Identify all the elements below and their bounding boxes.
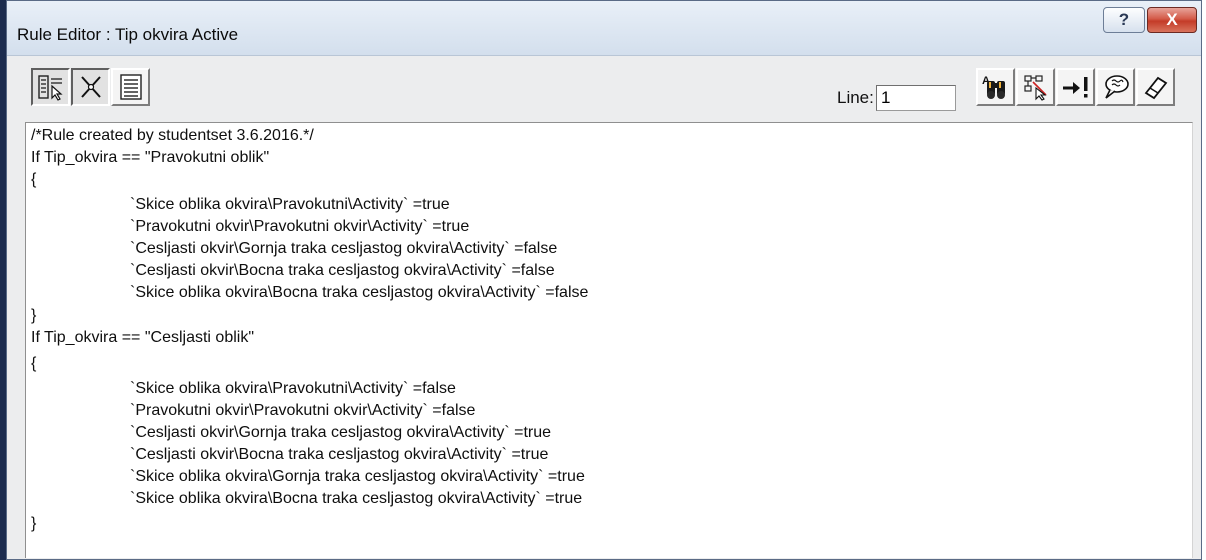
code-line: /*Rule created by studentset 3.6.2016.*/: [31, 127, 314, 144]
arrow-exclaim-icon: [1062, 77, 1087, 98]
code-line: `Skice oblika okvira\Gornja traka ceslja…: [130, 468, 585, 485]
right-tool-group: A: [976, 68, 1176, 108]
cross-icon: [80, 76, 101, 98]
code-line: `Skice oblika okvira\Pravokutni\Activity…: [130, 196, 450, 213]
code-line: `Cesljasti okvir\Gornja traka cesljastog…: [130, 424, 552, 441]
speech-bubble-icon: [1104, 75, 1129, 99]
cross-button[interactable]: [71, 68, 110, 106]
clear-button[interactable]: [1136, 68, 1175, 106]
tree-select-icon: [1023, 75, 1047, 101]
code-line: }: [31, 307, 37, 324]
text-view-button[interactable]: [111, 68, 150, 106]
rule-code-editor[interactable]: /*Rule created by studentset 3.6.2016.*/…: [25, 122, 1193, 558]
code-line: `Pravokutni okvir\Pravokutni okvir\Activ…: [130, 218, 470, 235]
apply-button[interactable]: [1056, 68, 1095, 106]
code-line: If Tip_okvira == "Pravokutni oblik": [31, 149, 270, 166]
rule-editor-window: Rule Editor : Tip okvira Active ? X Line…: [6, 0, 1202, 560]
code-line: `Skice oblika okvira\Bocna traka cesljas…: [130, 490, 583, 507]
window-title: Rule Editor : Tip okvira Active: [17, 25, 239, 44]
title-bar[interactable]: Rule Editor : Tip okvira Active ? X: [7, 1, 1201, 56]
code-line: {: [31, 171, 37, 188]
line-number-input[interactable]: [876, 85, 956, 111]
comment-button[interactable]: [1096, 68, 1135, 106]
eraser-icon: [1144, 76, 1167, 100]
line-label: Line:: [837, 88, 874, 107]
code-line: `Pravokutni okvir\Pravokutni okvir\Activ…: [130, 402, 476, 419]
find-button[interactable]: A: [976, 68, 1015, 106]
code-line: }: [31, 515, 37, 532]
code-line: `Skice oblika okvira\Bocna traka cesljas…: [130, 284, 589, 301]
toolbar: Line: A: [7, 56, 1201, 120]
code-line: `Cesljasti okvir\Gornja traka cesljastog…: [130, 240, 558, 257]
rule-browser-icon: [37, 75, 63, 101]
rule-browser-button[interactable]: [31, 68, 70, 106]
help-button[interactable]: ?: [1103, 7, 1145, 33]
code-line: `Cesljasti okvir\Bocna traka cesljastog …: [130, 446, 549, 463]
code-line: `Skice oblika okvira\Pravokutni\Activity…: [130, 380, 456, 397]
text-lines-icon: [119, 74, 142, 100]
left-tool-group: [31, 68, 151, 108]
tree-select-button[interactable]: [1016, 68, 1055, 106]
code-line: `Cesljasti okvir\Bocna traka cesljastog …: [130, 262, 555, 279]
code-line: {: [31, 355, 37, 372]
code-line: If Tip_okvira == "Cesljasti oblik": [31, 329, 255, 346]
close-button[interactable]: X: [1147, 7, 1197, 33]
binoculars-icon: A: [982, 75, 1005, 99]
